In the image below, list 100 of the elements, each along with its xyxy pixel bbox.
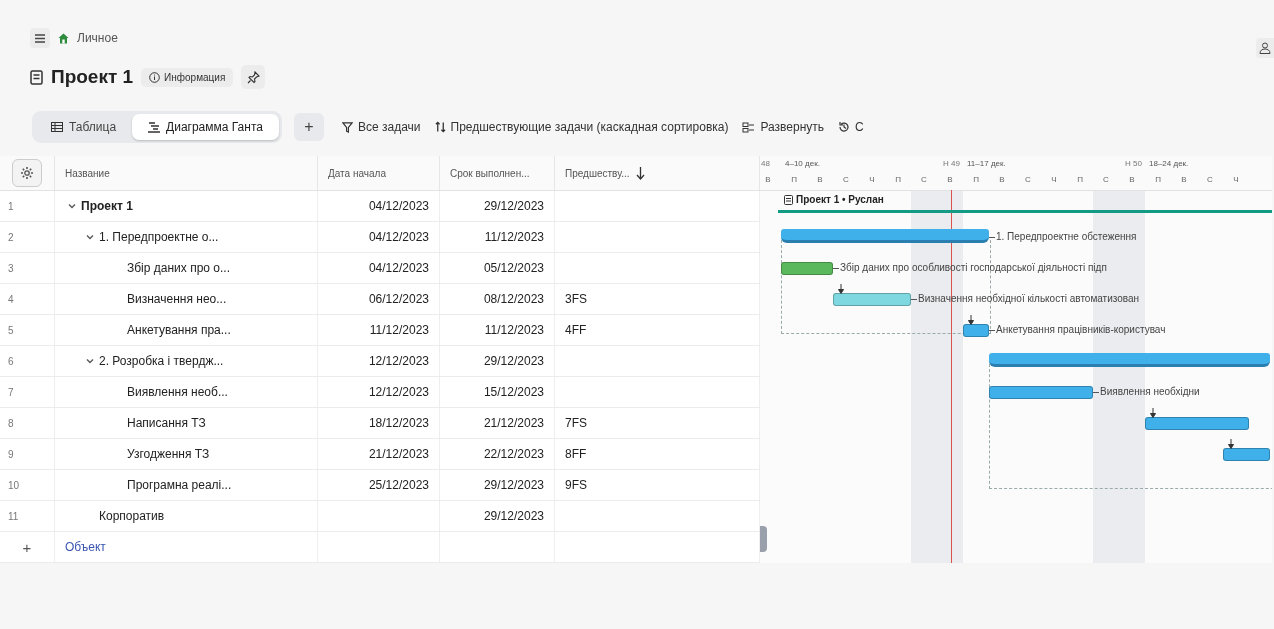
due-date: 29/12/2023 — [483, 199, 544, 213]
predecessor-cell: 7FS — [565, 416, 587, 430]
view-tab[interactable]: Диаграмма Ганта — [132, 114, 279, 140]
task-label: 1. Передпроектне обстеження — [996, 231, 1137, 242]
weekday-label: С — [1102, 175, 1110, 184]
task-bar[interactable] — [1145, 417, 1249, 430]
sort-button[interactable]: Предшествующие задачи (каскадная сортировка) — [434, 120, 729, 134]
add-object-link[interactable]: Объект — [65, 540, 106, 554]
weekday-label: П — [1076, 175, 1084, 184]
dependency-arrow — [968, 315, 974, 325]
filter-icon — [341, 121, 353, 133]
document-icon — [784, 194, 793, 205]
user-button[interactable] — [1256, 38, 1274, 58]
week-number: 48 — [761, 159, 770, 168]
row-number: 3 — [8, 262, 14, 274]
settings-icon — [20, 166, 34, 180]
weekday-label: П — [1154, 175, 1162, 184]
due-date: 29/12/2023 — [483, 354, 544, 368]
weekday-label: Ч — [1232, 175, 1240, 184]
view-tab[interactable]: Таблица — [35, 114, 133, 140]
info-button[interactable]: Информация — [141, 67, 234, 87]
user-icon — [1259, 42, 1271, 54]
caret-icon[interactable] — [85, 232, 95, 242]
start-date: 12/12/2023 — [368, 354, 429, 368]
pin-button[interactable] — [241, 65, 266, 89]
column-header[interactable]: Название — [65, 167, 110, 179]
task-bar[interactable] — [989, 386, 1093, 399]
due-date: 29/12/2023 — [483, 478, 544, 492]
due-date: 22/12/2023 — [483, 447, 544, 461]
leader-line — [1093, 392, 1099, 393]
project-label: Проект 1 • Руслан — [784, 194, 884, 205]
summary-bar[interactable] — [781, 229, 989, 243]
row-number: 1 — [8, 200, 14, 212]
menu-button[interactable] — [30, 28, 50, 48]
row-number: 6 — [8, 355, 14, 367]
task-label: Анкетування працівників-користувач — [996, 324, 1166, 335]
start-date: 11/12/2023 — [369, 323, 429, 337]
start-date: 04/12/2023 — [368, 230, 429, 244]
project-title: Проект 1 — [51, 66, 134, 88]
task-name: Збір даних про о... — [127, 261, 230, 275]
predecessor-cell: 8FF — [565, 447, 587, 461]
add-view-button[interactable]: + — [293, 113, 324, 141]
due-date: 21/12/2023 — [483, 416, 544, 430]
task-bar[interactable] — [1223, 448, 1270, 461]
weekday-label: В — [764, 175, 772, 184]
task-bar[interactable] — [963, 324, 989, 337]
row-number: 8 — [8, 417, 14, 429]
history-button[interactable]: С — [838, 120, 864, 134]
row-number: 11 — [8, 510, 19, 522]
start-date: 21/12/2023 — [368, 447, 429, 461]
task-name: 1. Передпроектне о... — [99, 230, 219, 244]
task-name: Написання ТЗ — [127, 416, 206, 430]
task-name: Програмна реалі... — [127, 478, 232, 492]
weekday-label: Ч — [1050, 175, 1058, 184]
sort-icon — [434, 121, 446, 133]
task-bar[interactable] — [781, 262, 833, 275]
column-header[interactable]: Срок выполнен... — [450, 167, 530, 179]
due-date: 05/12/2023 — [483, 261, 544, 275]
due-date: 11/12/2023 — [484, 323, 544, 337]
dependency-arrow — [838, 284, 844, 294]
predecessor-cell: 3FS — [565, 292, 587, 306]
week-label: 4–10 дек. — [785, 159, 820, 168]
task-bar[interactable] — [833, 293, 911, 306]
history-icon — [838, 121, 851, 133]
task-name: Проект 1 — [81, 199, 133, 213]
weekday-label: С — [842, 175, 850, 184]
breadcrumb-link[interactable]: Личное — [77, 31, 118, 45]
info-icon — [149, 71, 161, 83]
caret-icon[interactable] — [67, 201, 77, 211]
start-date: 06/12/2023 — [368, 292, 429, 306]
week-label: 11–17 дек. — [967, 159, 1006, 168]
leader-line — [989, 330, 995, 331]
start-date: 04/12/2023 — [368, 261, 429, 275]
expand-button[interactable]: Развернуть — [742, 120, 825, 134]
column-header[interactable]: Дата начала — [328, 167, 386, 179]
weekday-label: В — [1128, 175, 1136, 184]
sort-arrow-icon[interactable] — [635, 166, 645, 180]
start-date: 18/12/2023 — [368, 416, 429, 430]
column-header[interactable]: Предшеству... — [565, 167, 630, 179]
due-date: 11/12/2023 — [484, 230, 544, 244]
task-name: Виявлення необ... — [127, 385, 228, 399]
start-date: 25/12/2023 — [368, 478, 429, 492]
summary-bar[interactable] — [989, 353, 1270, 367]
weekday-label: П — [894, 175, 902, 184]
settings-button[interactable] — [12, 159, 42, 187]
dependency-arrow — [1150, 408, 1156, 418]
leader-line — [989, 237, 995, 238]
weekday-label: П — [790, 175, 798, 184]
row-number: 5 — [8, 324, 14, 336]
panel-splitter-handle[interactable] — [760, 526, 767, 552]
filter-button[interactable]: Все задачи — [341, 120, 421, 134]
week-label: 18–24 дек. — [1149, 159, 1189, 168]
weekday-label: В — [946, 175, 954, 184]
pin-icon — [246, 70, 260, 84]
add-row-icon[interactable]: + — [22, 538, 32, 556]
caret-icon[interactable] — [85, 356, 95, 366]
weekday-label: П — [972, 175, 980, 184]
dependency-arrow — [1228, 439, 1234, 449]
row-number: 2 — [8, 231, 14, 243]
gantt-icon — [148, 121, 161, 133]
